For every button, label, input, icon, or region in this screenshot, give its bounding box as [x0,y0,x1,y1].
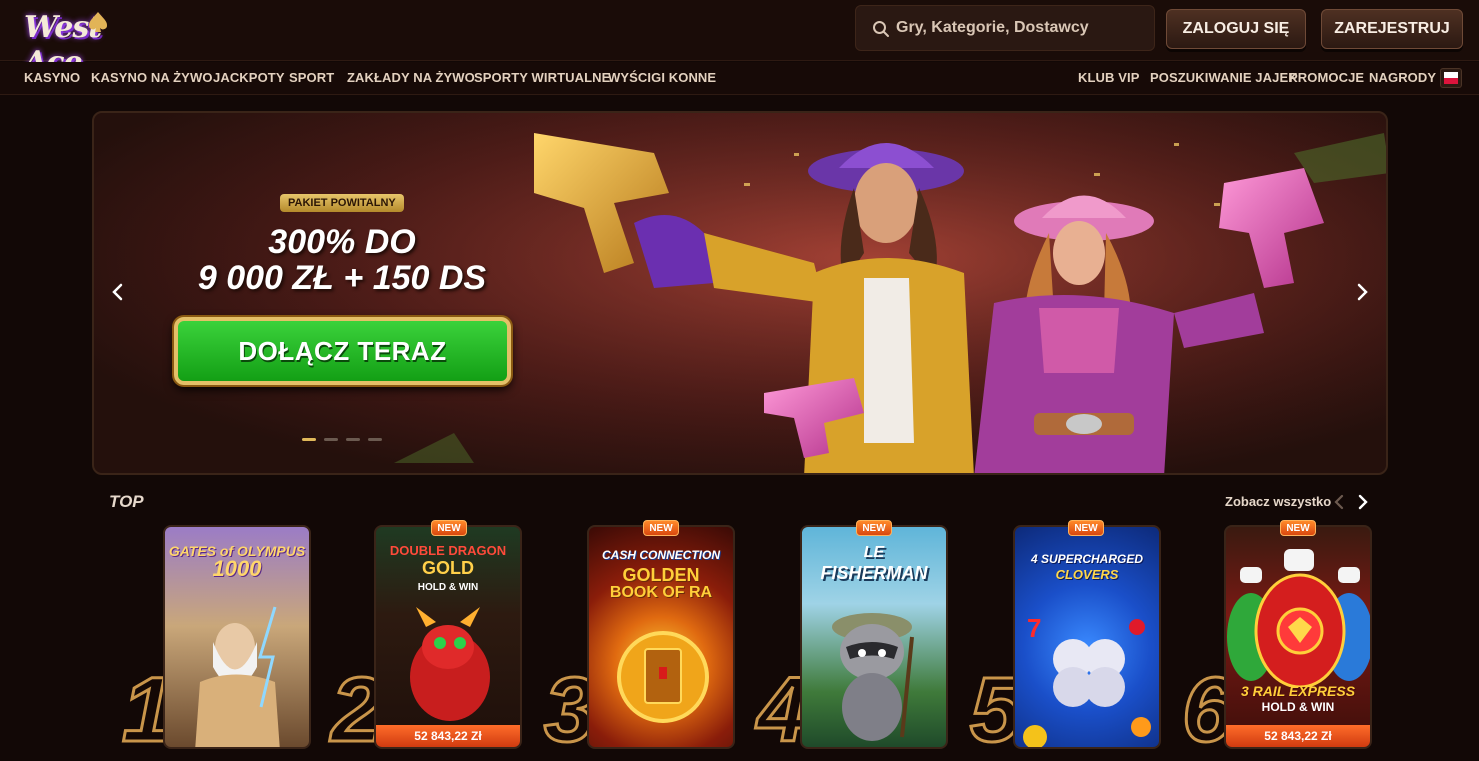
svg-text:7: 7 [1027,613,1041,643]
slider-dot-4[interactable] [368,438,382,441]
new-badge: NEW [431,520,467,536]
nav-item-promocje[interactable]: PROMOCJE [1289,70,1364,85]
game-subtitle: FISHERMAN [820,563,928,583]
search-icon [873,21,889,37]
jackpot-amount: 52 843,22 Zł [376,725,520,747]
dragon-illustration [410,607,490,721]
game-title: CASH CONNECTION [601,548,720,562]
nav-item-nagrody[interactable]: NAGRODY [1369,70,1436,85]
zeus-illustration [195,606,280,747]
hero-prev-arrow-icon[interactable] [108,282,128,302]
game-subtitle: GOLD [422,558,474,578]
nav-item-wyscigi-konne[interactable]: WYŚCIGI KONNE [608,70,716,85]
hero-next-arrow-icon[interactable] [1352,282,1372,302]
section-title-top: TOP [109,492,144,511]
search-box[interactable] [855,5,1155,51]
new-badge: NEW [643,520,679,536]
hero-title-line1: 300% DO [268,223,416,261]
hero-title-line2: 9 000 ZŁ + 150 DS [197,259,487,297]
game-card-3-rail-express[interactable]: 3 RAIL EXPRESS HOLD & WIN 52 843,22 Zł [1224,525,1372,749]
nav-item-zaklady-na-zywo[interactable]: ZAKŁADY NA ŻYWO [347,70,475,85]
nav-item-sport[interactable]: SPORT [289,70,334,85]
game-tagline: HOLD & WIN [417,582,479,593]
logo[interactable]: West Ace [24,6,154,80]
new-badge: NEW [856,520,892,536]
train-illustration [1227,549,1370,687]
new-badge: NEW [1280,520,1316,536]
game-subtitle: 1000 [212,556,262,581]
slider-dot-1[interactable] [302,438,316,441]
see-all-link[interactable]: Zobacz wszystko [1225,494,1331,509]
join-now-button[interactable]: DOŁĄCZ TERAZ [174,317,511,385]
nav-item-jackpoty[interactable]: JACKPOTY [213,70,285,85]
new-badge: NEW [1068,520,1104,536]
nav-item-kasyno[interactable]: KASYNO [24,70,80,85]
promo-badge: PAKIET POWITALNY [280,194,404,212]
raccoon-illustration [832,613,914,741]
slider-dot-3[interactable] [346,438,360,441]
game-card-4-supercharged-clovers[interactable]: 4 SUPERCHARGED CLOVERS 7 [1013,525,1161,749]
slider-dot-2[interactable] [324,438,338,441]
clover-illustration: 7 [1023,613,1151,747]
game-card-gates-of-olympus[interactable]: GATES of OLYMPUS 1000 [163,525,311,749]
carousel-prev-icon[interactable] [1332,494,1346,510]
search-input[interactable] [896,6,1146,50]
main-nav: KASYNO KASYNO NA ŻYWO JACKPOTY SPORT ZAK… [0,62,1479,95]
game-subtitle: GOLDEN [622,565,700,585]
login-button[interactable]: ZALOGUJ SIĘ [1166,9,1306,49]
hero-banner[interactable]: PAKIET POWITALNY 300% DO 9 000 ZŁ + 150 … [92,111,1388,475]
nav-item-poszukiwanie-jajek[interactable]: POSZUKIWANIE JAJEK [1150,70,1298,85]
game-card-double-dragon-gold[interactable]: DOUBLE DRAGON GOLD HOLD & WIN 52 843,22 … [374,525,522,749]
game-subtitle: CLOVERS [1055,567,1119,582]
game-card-le-fisherman[interactable]: LE FISHERMAN [800,525,948,749]
book-coin-illustration [617,631,709,723]
hero-title: 300% DO 9 000 ZŁ + 150 DS [112,224,572,296]
jackpot-amount: 52 843,22 Zł [1226,725,1370,747]
site-header: West Ace ZALOGUJ SIĘ ZAREJESTRUJ [0,0,1479,80]
game-title: LE [863,544,885,561]
nav-item-sporty-wirtualne[interactable]: SPORTY WIRTUALNE [474,70,610,85]
game-tagline: BOOK OF RA [609,584,713,601]
pl-flag-icon[interactable] [1440,68,1462,88]
nav-item-klub-vip[interactable]: KLUB VIP [1078,70,1139,85]
carousel-next-icon[interactable] [1356,494,1370,510]
nav-item-kasyno-na-zywo[interactable]: KASYNO NA ŻYWO [91,70,213,85]
game-card-golden-book-of-ra[interactable]: CASH CONNECTION GOLDEN BOOK OF RA [587,525,735,749]
register-button[interactable]: ZAREJESTRUJ [1321,9,1463,49]
spade-icon [88,12,108,32]
game-subtitle: HOLD & WIN [1261,700,1335,714]
